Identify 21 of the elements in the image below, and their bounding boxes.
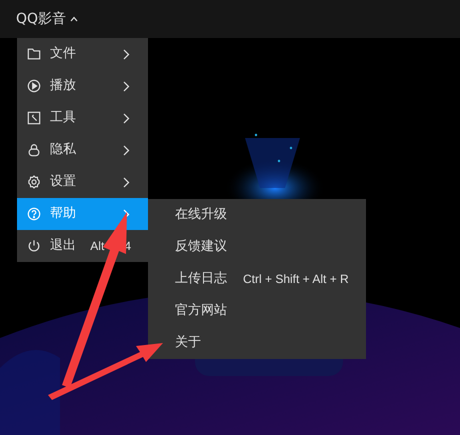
- submenu-item[interactable]: 反馈建议: [148, 231, 366, 263]
- shortcut-text: Ctrl + Shift + Alt + R: [243, 271, 349, 288]
- menu-item[interactable]: 文件: [17, 38, 148, 70]
- menu-item[interactable]: 工具: [17, 102, 148, 134]
- menu-item[interactable]: 隐私: [17, 134, 148, 166]
- folder-icon: [27, 47, 41, 61]
- submenu-item[interactable]: 上传日志 Ctrl + Shift + Alt + R: [148, 263, 366, 295]
- settings-icon: [27, 175, 41, 189]
- app-title[interactable]: QQ影音: [16, 8, 66, 30]
- submenu-item[interactable]: 在线升级: [148, 199, 366, 231]
- submenu-item[interactable]: 关于: [148, 327, 366, 359]
- menu-item[interactable]: 播放: [17, 70, 148, 102]
- help-icon: [27, 207, 41, 221]
- tool-icon: [27, 111, 41, 125]
- caret-up-icon[interactable]: [70, 16, 78, 22]
- submenu-item[interactable]: 官方网站: [148, 295, 366, 327]
- menu-item[interactable]: 设置: [17, 166, 148, 198]
- shortcut-text: Alt: [90, 238, 104, 255]
- lock-icon: [27, 143, 41, 157]
- power-icon: [27, 239, 41, 253]
- play-icon: [27, 79, 41, 93]
